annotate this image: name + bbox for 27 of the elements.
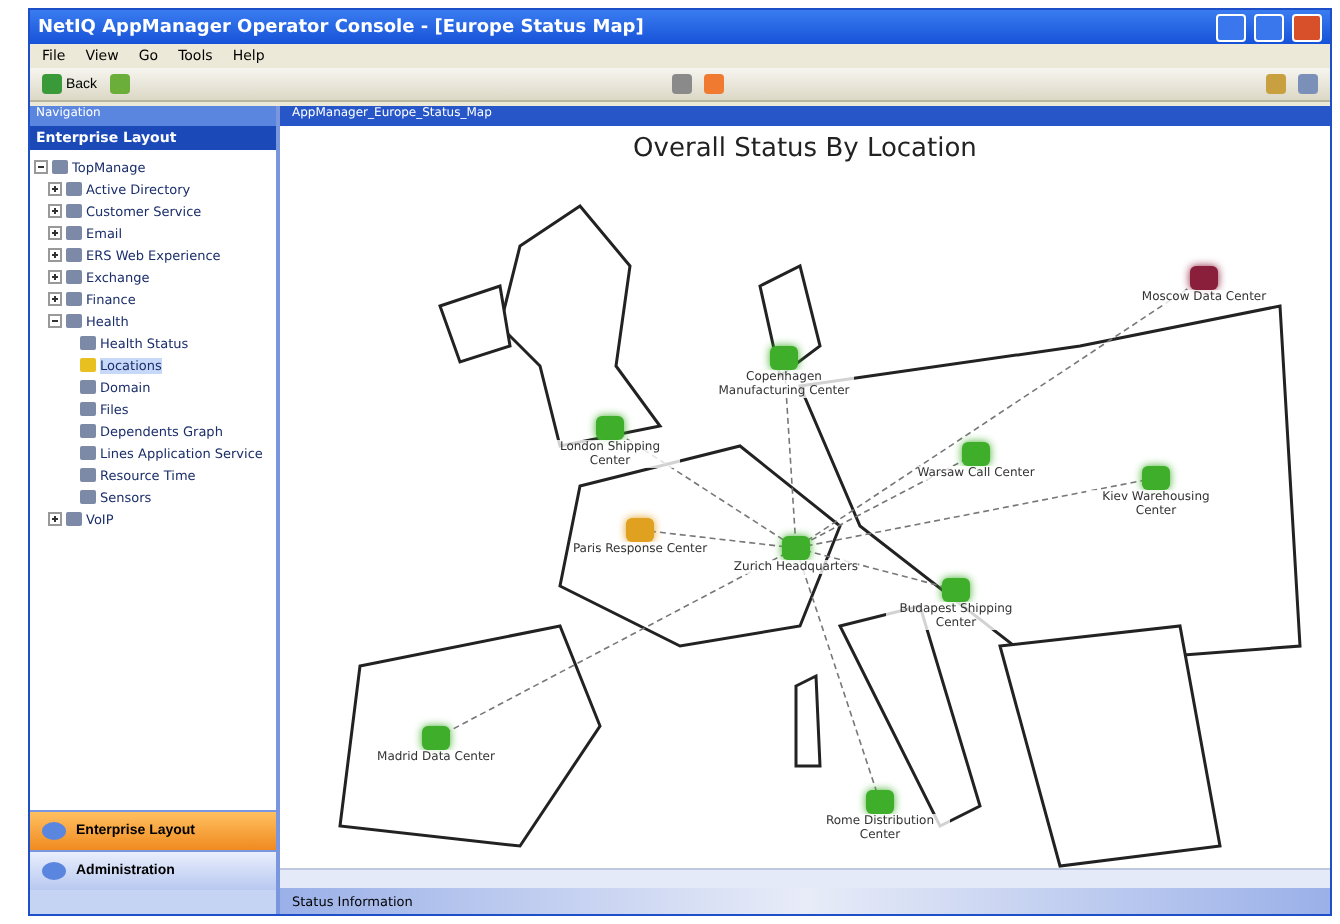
location-icon[interactable] [782,536,810,560]
location-icon[interactable] [942,578,970,602]
close-button[interactable] [1292,13,1322,41]
location-icon[interactable] [422,726,450,750]
toolbar-icon[interactable] [671,74,692,94]
map-title: Overall Status By Location [631,134,979,164]
collapse-icon[interactable] [48,314,62,328]
toolbar-icon[interactable] [703,74,724,94]
expand-icon[interactable] [48,182,62,196]
location-icon[interactable] [1142,466,1170,490]
expand-icon[interactable] [48,512,62,526]
location-icon[interactable] [770,346,798,370]
window-title: NetIQ AppManager Operator Console - [Europe Status Map] [38,17,646,37]
location-icon[interactable] [596,416,624,440]
expand-icon[interactable] [48,204,62,218]
expand-icon[interactable] [48,226,62,240]
forward-icon[interactable] [109,74,130,94]
expand-icon[interactable] [48,270,62,284]
location-icon[interactable] [1190,266,1218,290]
scrollbar[interactable] [280,868,1330,888]
expand-icon[interactable] [48,292,62,306]
collapse-icon[interactable] [34,160,48,174]
location-icon[interactable] [866,790,894,814]
maximize-button[interactable] [1254,13,1284,41]
expand-icon[interactable] [48,248,62,262]
minimize-button[interactable] [1216,13,1246,41]
location-icon[interactable] [962,442,990,466]
